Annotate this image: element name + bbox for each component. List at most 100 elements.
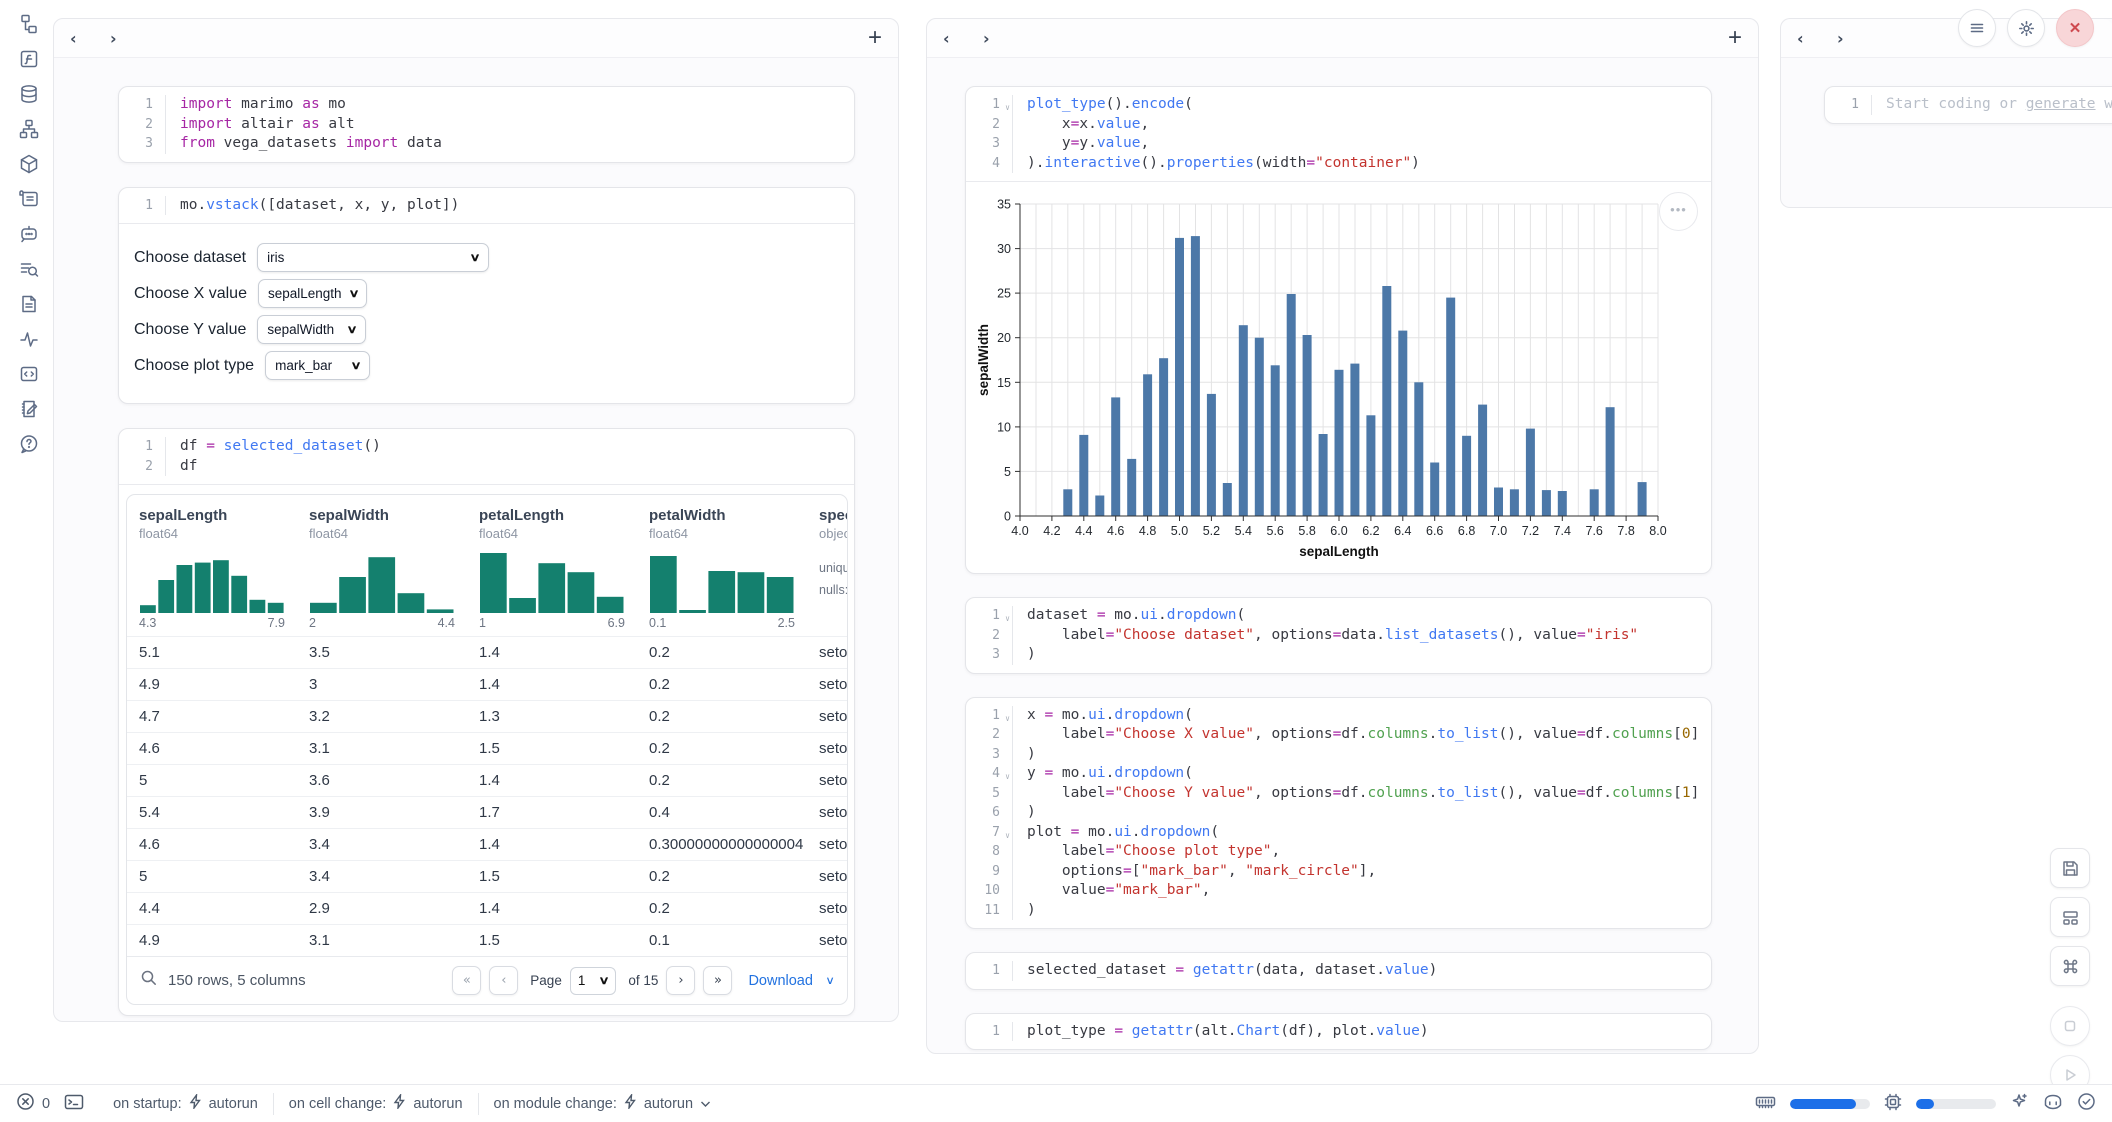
settings-button[interactable] xyxy=(2007,9,2045,47)
code-line[interactable]: ).interactive().properties(width="contai… xyxy=(1027,154,1697,174)
documentation-icon[interactable] xyxy=(0,286,52,321)
column3-prev-button[interactable]: ‹ xyxy=(1797,29,1819,48)
plot-code-cell[interactable]: 1∨234plot_type().encode( x=x.value, y=y.… xyxy=(965,86,1712,574)
code-line[interactable]: y=y.value, xyxy=(1027,134,1697,154)
table-row[interactable]: 4.63.41.40.30000000000000004setosa xyxy=(127,828,847,860)
fold-chevron-icon[interactable]: ∨ xyxy=(1005,709,1010,729)
datasources-icon[interactable] xyxy=(0,76,52,111)
packages-icon[interactable] xyxy=(0,146,52,181)
column2-add-cell-button[interactable]: + xyxy=(1728,26,1742,50)
table-row[interactable]: 4.63.11.50.2setosa xyxy=(127,732,847,764)
copilot-icon[interactable] xyxy=(2043,1093,2063,1115)
imports-code-cell[interactable]: 123import marimo as moimport altair as a… xyxy=(118,86,855,163)
code-line[interactable]: x = mo.ui.dropdown( xyxy=(1027,706,1697,726)
fold-chevron-icon[interactable]: ∨ xyxy=(1005,826,1010,846)
first-page-button[interactable]: « xyxy=(452,966,481,995)
last-page-button[interactable]: » xyxy=(703,966,732,995)
code-line[interactable]: label="Choose plot type", xyxy=(1027,842,1697,862)
variables-icon[interactable] xyxy=(0,41,52,76)
code-line[interactable]: y = mo.ui.dropdown( xyxy=(1027,764,1697,784)
table-row[interactable]: 4.931.40.2setosa xyxy=(127,668,847,700)
column1-add-cell-button[interactable]: + xyxy=(868,26,882,50)
code-line[interactable]: from vega_datasets import data xyxy=(180,134,840,154)
code-line[interactable]: options=["mark_bar", "mark_circle"], xyxy=(1027,862,1697,882)
bar-chart[interactable]: 4.04.24.44.64.85.05.25.45.65.86.06.26.46… xyxy=(976,194,1668,562)
save-button[interactable] xyxy=(2050,848,2090,888)
table-row[interactable]: 53.61.40.2setosa xyxy=(127,764,847,796)
stop-button[interactable] xyxy=(2050,1006,2090,1046)
column2-prev-button[interactable]: ‹ xyxy=(943,29,965,48)
dataframe-code-cell[interactable]: 12df = selected_dataset()df sepalLength … xyxy=(118,428,855,1016)
plot-type-code-cell[interactable]: 1plot_type = getattr(alt.Chart(df), plot… xyxy=(965,1013,1712,1051)
on-cell-change-setting[interactable]: on cell change: autorun xyxy=(274,1094,478,1113)
connection-status-icon[interactable] xyxy=(2077,1092,2096,1115)
error-count-chip[interactable]: 0 xyxy=(16,1092,50,1115)
fold-chevron-icon[interactable]: ∨ xyxy=(1005,767,1010,787)
code-line[interactable]: dataset = mo.ui.dropdown( xyxy=(1027,606,1697,626)
xyplot-dropdown-code-cell[interactable]: 1∨234∨567∨891011x = mo.ui.dropdown( labe… xyxy=(965,697,1712,930)
dataset-dropdown-code-cell[interactable]: 1∨23dataset = mo.ui.dropdown( label="Cho… xyxy=(965,597,1712,674)
code-line[interactable]: plot = mo.ui.dropdown( xyxy=(1027,823,1697,843)
vstack-code-cell[interactable]: 1mo.vstack([dataset, x, y, plot]) Choose… xyxy=(118,187,855,405)
on-startup-setting[interactable]: on startup: autorun xyxy=(98,1094,273,1113)
column2-next-button[interactable]: › xyxy=(983,29,1005,48)
code-line[interactable]: label="Choose X value", options=df.colum… xyxy=(1027,725,1697,745)
layout-button[interactable] xyxy=(2050,897,2090,937)
ai-chat-icon[interactable] xyxy=(0,216,52,251)
code-line[interactable]: label="Choose Y value", options=df.colum… xyxy=(1027,784,1697,804)
file-explorer-icon[interactable] xyxy=(0,6,52,41)
table-row[interactable]: 5.43.91.70.4setosa xyxy=(127,796,847,828)
dependency-graph-icon[interactable] xyxy=(0,111,52,146)
outline-icon[interactable] xyxy=(0,356,52,391)
code-editor-placeholder[interactable]: Start coding or generate with AI xyxy=(1886,95,2112,115)
search-icon[interactable] xyxy=(140,969,158,992)
next-page-button[interactable]: › xyxy=(666,966,695,995)
column-header-sepalLength[interactable]: sepalLength float644.37.9 xyxy=(127,495,297,636)
code-line[interactable]: x=x.value, xyxy=(1027,115,1697,135)
code-line[interactable]: import marimo as mo xyxy=(180,95,840,115)
column-header-petalWidth[interactable]: petalWidth float640.12.5 xyxy=(637,495,807,636)
tracing-icon[interactable] xyxy=(0,321,52,356)
keyboard-shortcuts-button[interactable] xyxy=(2050,946,2090,986)
code-line[interactable]: import altair as alt xyxy=(180,115,840,135)
choose-y-value-select[interactable]: sepalWidth∨ xyxy=(257,315,366,344)
prev-page-button[interactable]: ‹ xyxy=(489,966,518,995)
fold-chevron-icon[interactable]: ∨ xyxy=(1005,98,1010,118)
code-line[interactable]: df xyxy=(180,457,840,477)
column1-next-button[interactable]: › xyxy=(110,29,132,48)
code-line[interactable]: ) xyxy=(1027,645,1697,665)
page-select[interactable]: 1∨ xyxy=(570,967,617,995)
column3-next-button[interactable]: › xyxy=(1837,29,1859,48)
shutdown-button[interactable]: ✕ xyxy=(2056,9,2094,47)
download-button[interactable]: Download∨ xyxy=(748,973,834,989)
table-row[interactable]: 4.42.91.40.2setosa xyxy=(127,892,847,924)
column1-prev-button[interactable]: ‹ xyxy=(70,29,92,48)
table-row[interactable]: 4.73.21.30.2setosa xyxy=(127,700,847,732)
column-header-sepalWidth[interactable]: sepalWidth float6424.4 xyxy=(297,495,467,636)
code-line[interactable]: value="mark_bar", xyxy=(1027,881,1697,901)
code-line[interactable]: plot_type = getattr(alt.Chart(df), plot.… xyxy=(1027,1022,1697,1042)
scratchpad-icon[interactable] xyxy=(0,391,52,426)
chart-actions-button[interactable]: ••• xyxy=(1659,192,1698,231)
column-header-petalLength[interactable]: petalLength float6416.9 xyxy=(467,495,637,636)
notebook-menu-button[interactable] xyxy=(1958,9,1996,47)
code-line[interactable]: ) xyxy=(1027,901,1697,921)
choose-x-value-select[interactable]: sepalLength∨ xyxy=(258,279,367,308)
terminal-button[interactable] xyxy=(64,1093,84,1115)
code-line[interactable]: df = selected_dataset() xyxy=(180,437,840,457)
code-line[interactable]: label="Choose dataset", options=data.lis… xyxy=(1027,626,1697,646)
code-line[interactable]: mo.vstack([dataset, x, y, plot]) xyxy=(180,196,840,216)
logs-icon[interactable] xyxy=(0,251,52,286)
column-header-species[interactable]: species objectunique:nulls: xyxy=(807,495,847,636)
generate-link[interactable]: generate xyxy=(2026,96,2096,112)
empty-code-cell[interactable]: 1 Start coding or generate with AI xyxy=(1824,86,2112,124)
choose-plot-type-select[interactable]: mark_bar∨ xyxy=(265,351,370,380)
code-line[interactable]: ) xyxy=(1027,745,1697,765)
choose-dataset-select[interactable]: iris∨ xyxy=(257,243,489,272)
help-icon[interactable] xyxy=(0,426,52,461)
code-line[interactable]: ) xyxy=(1027,803,1697,823)
selected-dataset-code-cell[interactable]: 1selected_dataset = getattr(data, datase… xyxy=(965,952,1712,990)
fold-chevron-icon[interactable]: ∨ xyxy=(1005,609,1010,629)
code-line[interactable]: plot_type().encode( xyxy=(1027,95,1697,115)
table-row[interactable]: 53.41.50.2setosa xyxy=(127,860,847,892)
